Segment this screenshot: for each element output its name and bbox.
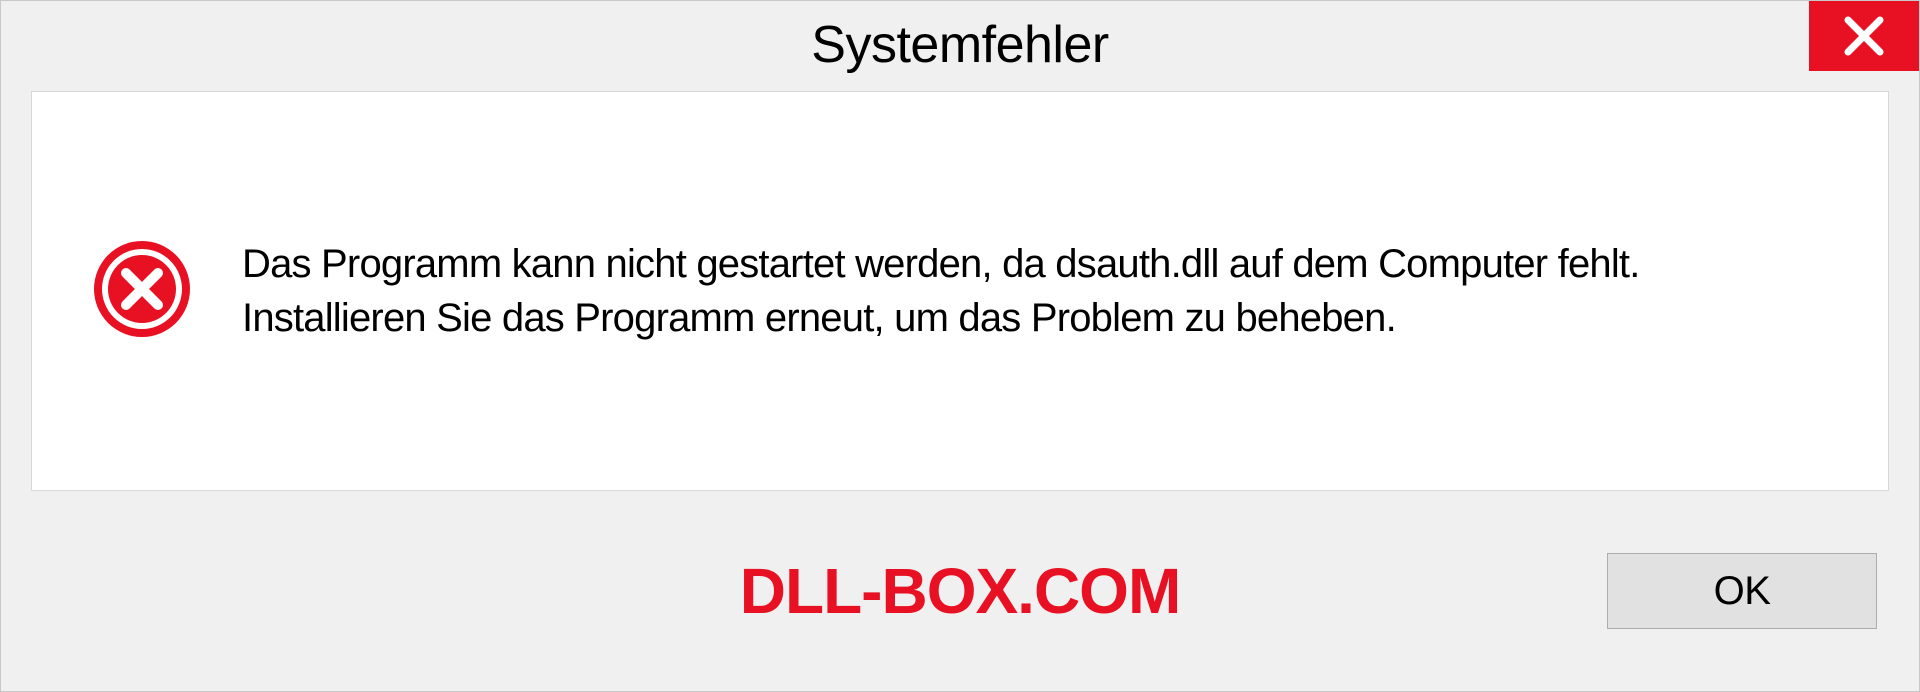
error-dialog: Systemfehler Das Programm kann nicht ges… bbox=[0, 0, 1920, 692]
content-panel: Das Programm kann nicht gestartet werden… bbox=[31, 91, 1889, 491]
ok-button[interactable]: OK bbox=[1607, 553, 1877, 629]
dialog-title: Systemfehler bbox=[811, 15, 1108, 75]
titlebar: Systemfehler bbox=[1, 1, 1919, 91]
watermark-text: DLL-BOX.COM bbox=[740, 554, 1181, 628]
close-button[interactable] bbox=[1809, 1, 1919, 71]
error-icon bbox=[92, 239, 192, 344]
error-message: Das Programm kann nicht gestartet werden… bbox=[242, 237, 1848, 345]
close-icon bbox=[1842, 14, 1886, 58]
footer: DLL-BOX.COM OK bbox=[1, 491, 1919, 691]
